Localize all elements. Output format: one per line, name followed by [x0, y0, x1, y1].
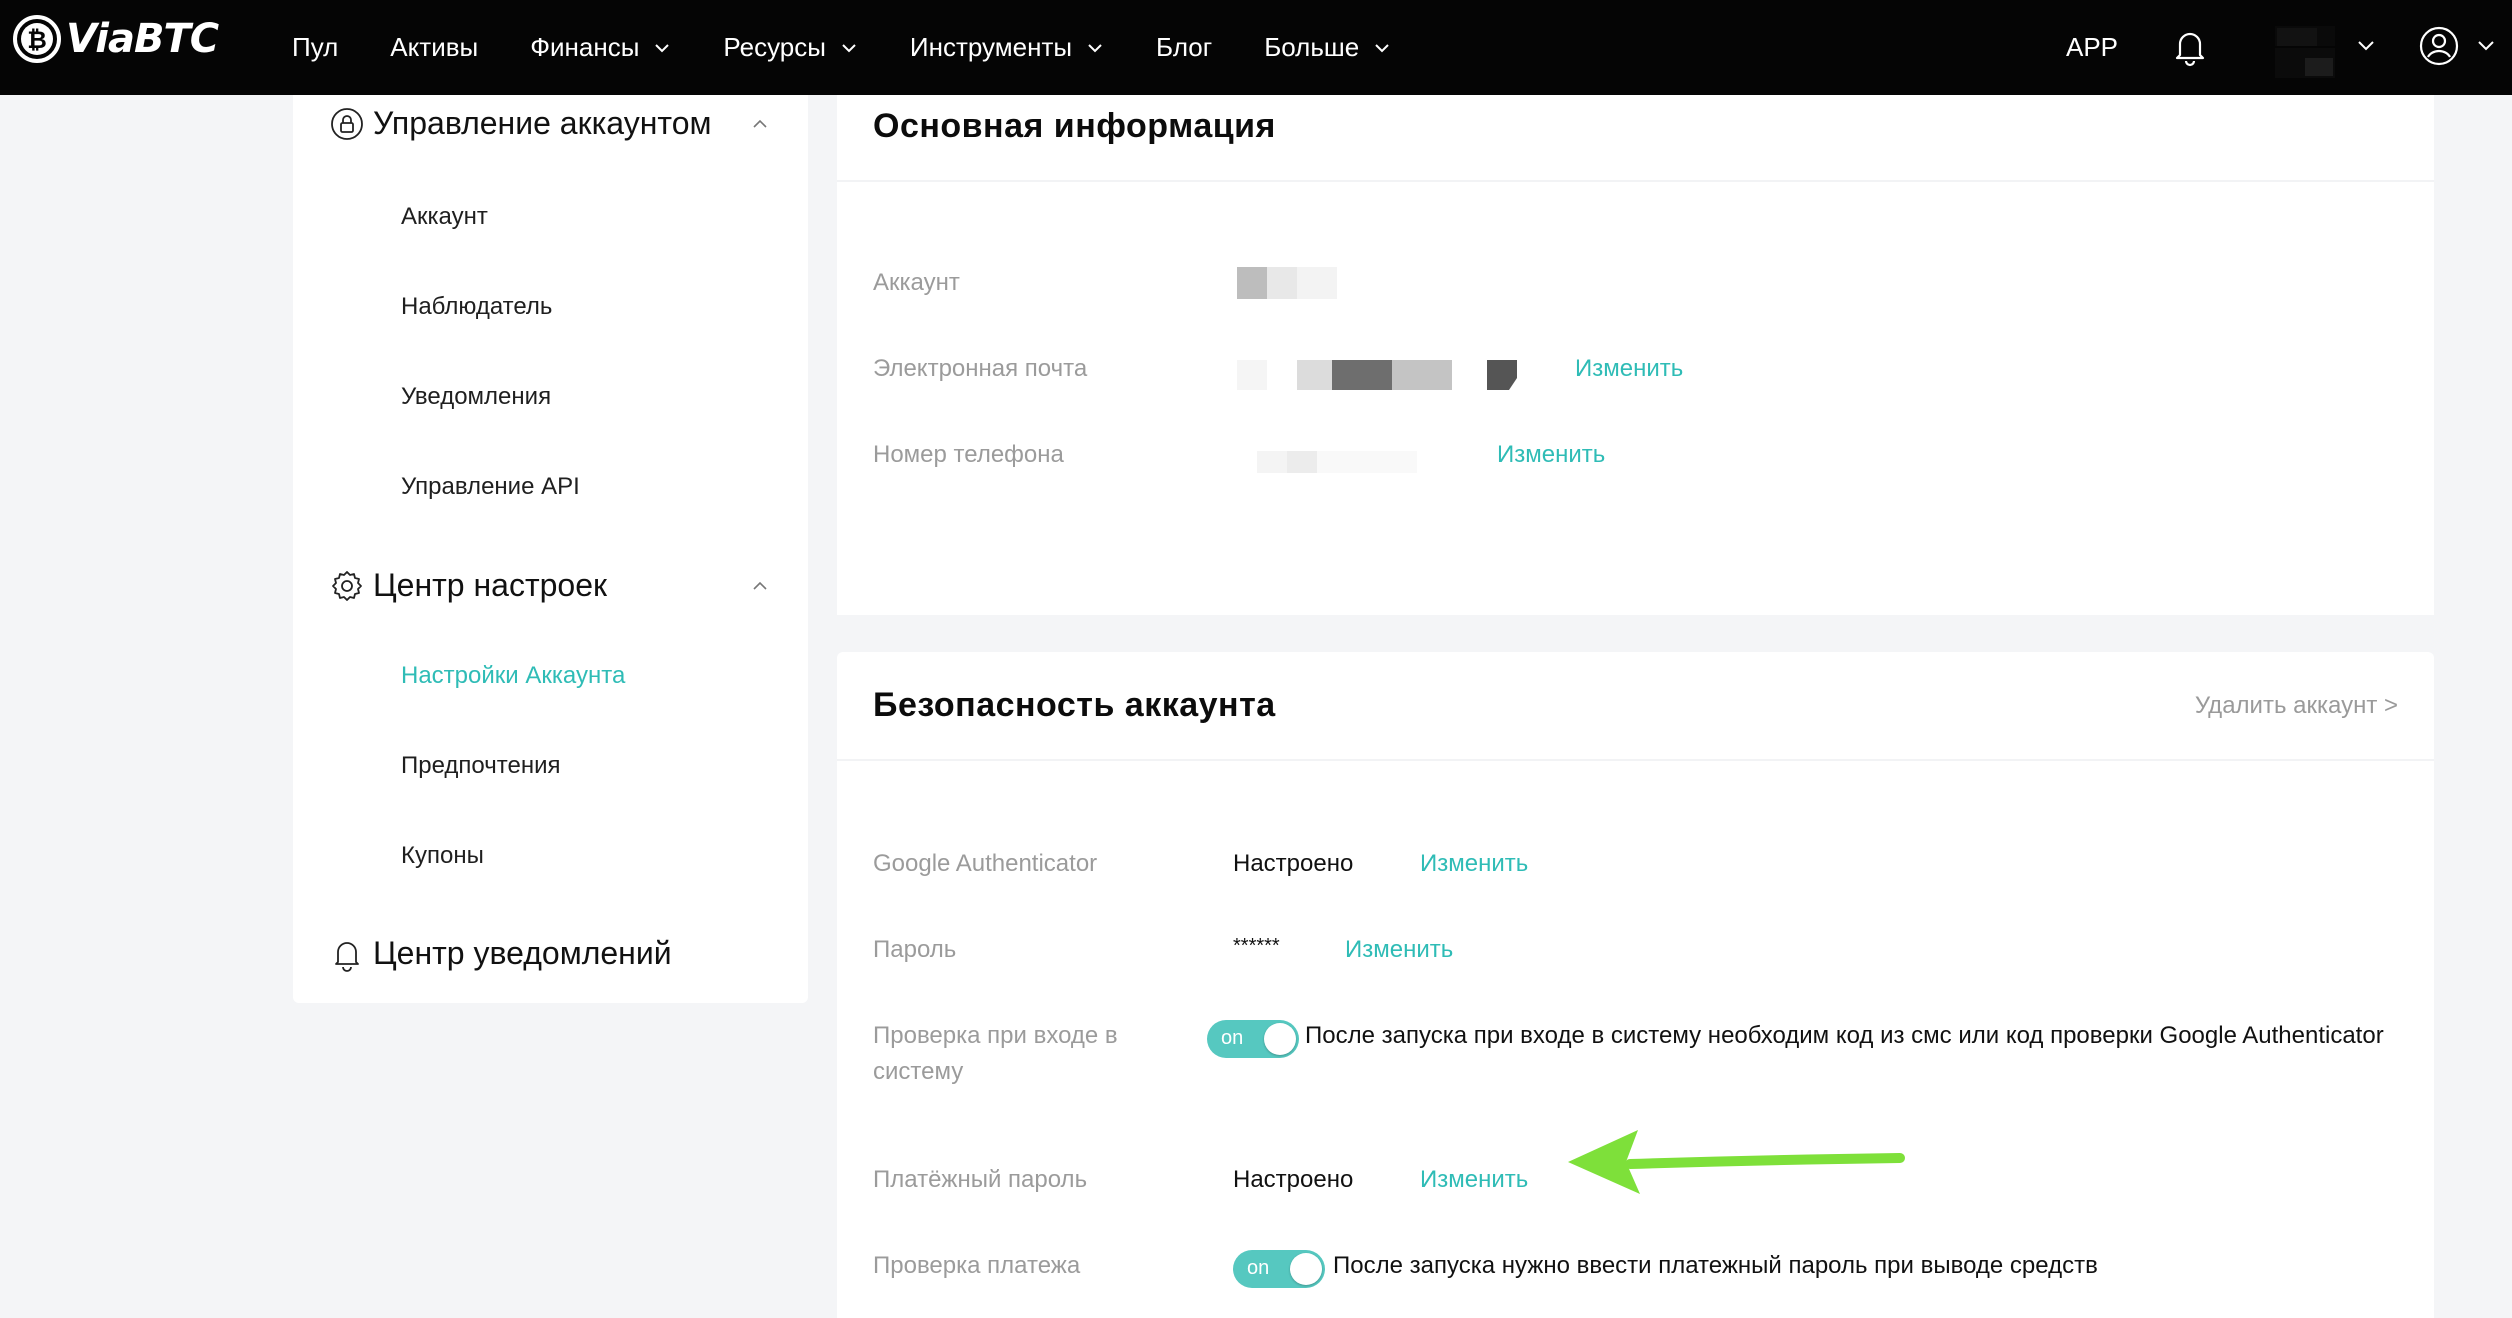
bell-icon [335, 941, 359, 972]
nav-assets[interactable]: Активы [390, 32, 478, 63]
account-security-card: Безопасность аккаунта Удалить аккаунт > … [837, 652, 2434, 1318]
sidebar-group-title: Центр настроек [373, 567, 607, 603]
gear-icon [332, 570, 362, 601]
phone-label: Номер телефона [873, 441, 1064, 468]
bitcoin-logo-icon: ₿ [13, 15, 61, 63]
chevron-up-icon[interactable] [751, 118, 769, 130]
settings-sidebar: Управление аккаунтом Аккаунт Наблюдатель… [293, 95, 808, 1003]
main-nav: Пул Активы Финансы Ресурсы Инструменты Б… [292, 0, 1443, 95]
google-authenticator-status: Настроено [1233, 850, 1354, 877]
login-verification-description: После запуска при входе в систему необхо… [1305, 1022, 2384, 1049]
email-label: Электронная почта [873, 355, 1088, 382]
card-title: Основная информация [873, 107, 1276, 145]
change-payment-password-link[interactable]: Изменить [1420, 1162, 1528, 1198]
change-phone-link[interactable]: Изменить [1497, 437, 1605, 473]
bell-icon[interactable] [2170, 25, 2210, 67]
sidebar-group-title: Центр уведомлений [373, 935, 672, 971]
sidebar-item-observer[interactable]: Наблюдатель [401, 293, 552, 321]
account-label: Аккаунт [873, 269, 960, 296]
sidebar-item-notifications[interactable]: Уведомления [401, 383, 551, 411]
divider [837, 759, 2434, 761]
divider [837, 180, 2434, 182]
payment-verification-label: Проверка платежа [873, 1252, 1081, 1279]
email-value-redacted [1237, 360, 1517, 390]
nav-pool[interactable]: Пул [292, 32, 338, 63]
nav-more[interactable]: Больше [1264, 32, 1391, 63]
card-title: Безопасность аккаунта [873, 686, 1276, 724]
chevron-down-icon [1088, 43, 1102, 52]
brand-name: ViaBTC [66, 16, 219, 62]
password-label: Пароль [873, 936, 957, 963]
nav-label: Ресурсы [723, 32, 826, 62]
chevron-down-icon[interactable] [2355, 36, 2377, 54]
nav-blog[interactable]: Блог [1156, 32, 1212, 63]
nav-resources[interactable]: Ресурсы [723, 32, 858, 63]
sidebar-group-settings-center[interactable]: Центр настроек [329, 567, 769, 604]
chevron-down-icon [842, 43, 856, 52]
delete-account-link[interactable]: Удалить аккаунт > [2195, 692, 2398, 720]
nav-label: Финансы [530, 32, 640, 62]
toggle-state: on [1247, 1257, 1270, 1279]
sidebar-group-account-management[interactable]: Управление аккаунтом [329, 105, 769, 142]
google-authenticator-label: Google Authenticator [873, 850, 1098, 877]
user-avatar-icon[interactable] [2418, 25, 2460, 67]
account-value-redacted [1237, 267, 1337, 299]
nav-label: Блог [1156, 32, 1213, 62]
payment-password-label: Платёжный пароль [873, 1166, 1088, 1193]
sidebar-item-account-settings[interactable]: Настройки Аккаунта [401, 662, 625, 690]
payment-password-status: Настроено [1233, 1166, 1354, 1193]
sidebar-item-account[interactable]: Аккаунт [401, 203, 488, 231]
change-google-authenticator-link[interactable]: Изменить [1420, 846, 1528, 882]
sidebar-group-notification-center[interactable]: Центр уведомлений [329, 935, 769, 972]
nav-tools[interactable]: Инструменты [910, 32, 1104, 63]
phone-value-redacted [1257, 451, 1417, 473]
payment-verification-description: После запуска нужно ввести платежный пар… [1333, 1252, 2098, 1279]
svg-text:₿: ₿ [27, 26, 47, 54]
sidebar-item-coupons[interactable]: Купоны [401, 842, 484, 870]
password-masked: ****** [1233, 935, 1280, 957]
basic-info-card: Основная информация Аккаунт Электронная … [837, 95, 2434, 615]
chevron-down-icon [655, 43, 670, 52]
viabtc-logo[interactable]: ₿ ViaBTC [10, 12, 219, 66]
sidebar-item-api-management[interactable]: Управление API [401, 473, 580, 501]
app-link[interactable]: APP [2066, 32, 2118, 63]
chevron-up-icon[interactable] [751, 580, 769, 592]
account-name-redacted[interactable] [2275, 26, 2335, 78]
nav-label: Инструменты [909, 32, 1073, 62]
sidebar-group-title: Управление аккаунтом [373, 105, 712, 141]
payment-verification-toggle[interactable]: on [1233, 1250, 1325, 1288]
chevron-down-icon[interactable] [2475, 36, 2497, 54]
change-password-link[interactable]: Изменить [1345, 932, 1453, 968]
sidebar-item-preferences[interactable]: Предпочтения [401, 752, 560, 780]
green-arrow-annotation [1568, 1130, 1905, 1194]
top-navigation-bar: ₿ ViaBTC Пул Активы Финансы Ресурсы Инст… [0, 0, 2512, 95]
change-email-link[interactable]: Изменить [1575, 351, 1683, 387]
nav-label: Активы [390, 32, 479, 62]
nav-label: Пул [292, 32, 339, 62]
toggle-knob [1290, 1253, 1322, 1285]
nav-finance[interactable]: Финансы [530, 32, 671, 63]
login-verification-label: Проверка при входе в систему [873, 1022, 1118, 1085]
lock-circle-icon [331, 107, 363, 140]
chevron-down-icon [1375, 43, 1389, 52]
nav-label: Больше [1264, 32, 1360, 62]
